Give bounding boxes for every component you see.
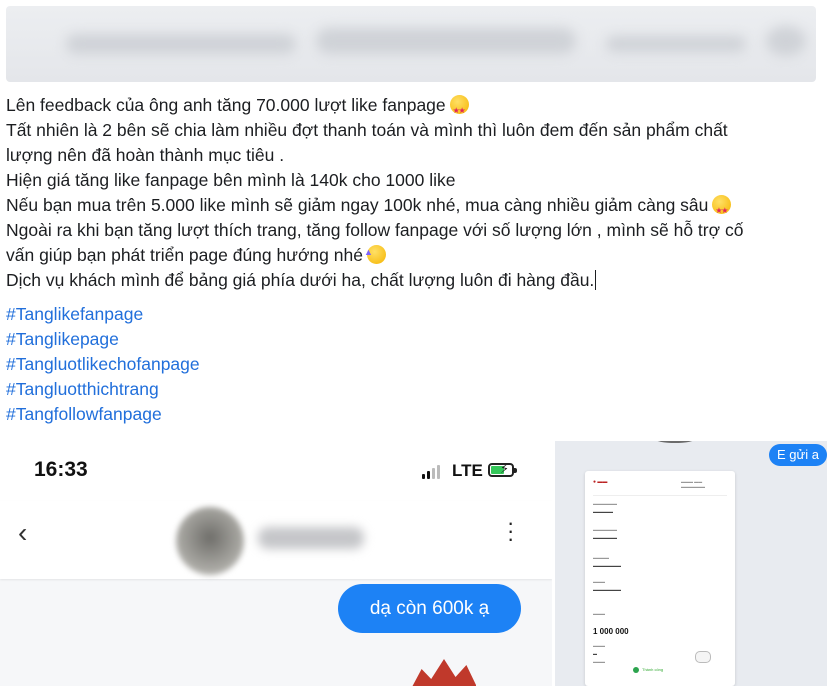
- post-line: Nếu bạn mua trên 5.000 like mình sẽ giảm…: [6, 193, 816, 223]
- chat-header: ‹ · · ·: [0, 501, 552, 579]
- hashtag-link[interactable]: #Tangluotthichtrang: [6, 377, 200, 402]
- status-time: 16:33: [34, 458, 88, 481]
- bank-logo-icon: ● ▬▬: [593, 479, 608, 485]
- hashtag-link[interactable]: #Tangfollowfanpage: [6, 402, 200, 427]
- sent-message-bubble: E gửi a: [769, 444, 827, 466]
- network-label: LTE: [452, 461, 483, 480]
- post-text: Lên feedback của ông anh tăng 70.000 lượ…: [6, 93, 816, 293]
- battery-charging-icon: ⚡: [488, 461, 517, 477]
- post-line: Ngoài ra khi bạn tăng lượt thích trang, …: [6, 220, 744, 240]
- cropped-avatar: [655, 441, 695, 443]
- post-line: Lên feedback của ông anh tăng 70.000 lượ…: [6, 93, 816, 123]
- post-line: Hiện giá tăng like fanpage bên mình là 1…: [6, 170, 456, 190]
- post-line: Tất nhiên là 2 bên sẽ chia làm nhiều đợt…: [6, 120, 728, 140]
- more-vertical-icon[interactable]: · · ·: [507, 512, 514, 550]
- post-line: vấn giúp bạn phát triển page đúng hướng …: [6, 240, 816, 268]
- transfer-receipt: ● ▬▬ ▬▬▬ ▬▬ ▬▬▬▬▬▬ ▬▬▬▬▬▬ ▬▬▬▬▬ ▬▬▬▬▬▬ ▬▬…: [585, 471, 735, 686]
- blurred-header: [6, 6, 816, 82]
- text-cursor: [595, 270, 597, 290]
- chat-screenshot-image[interactable]: 16:33 LTE ⚡ ‹ · · · dạ còn 600k ạ: [0, 441, 552, 686]
- scroll-handle: [695, 651, 711, 663]
- partying-face-emoji-icon: [364, 240, 386, 265]
- post-line: lượng nên đã hoàn thành mục tiêu .: [6, 145, 285, 165]
- hashtag-link[interactable]: #Tanglikefanpage: [6, 302, 200, 327]
- transfer-amount: 1 000 000: [593, 627, 629, 636]
- chevron-left-icon[interactable]: ‹: [18, 519, 27, 547]
- message-bubble: dạ còn 600k ạ: [338, 584, 521, 633]
- success-status: Thành công: [633, 667, 663, 673]
- hashtag-link[interactable]: #Tanglikepage: [6, 327, 200, 352]
- post-line: Dịch vụ khách mình để bảng giá phía dưới…: [6, 270, 597, 290]
- sticker-image: [412, 659, 476, 686]
- receipt-code: ▬▬▬ ▬▬ ▬▬▬▬▬▬: [681, 479, 705, 489]
- hashtag-link[interactable]: #Tangluotlikechofanpage: [6, 352, 200, 377]
- avatar: [176, 507, 244, 575]
- star-struck-emoji-icon: [712, 195, 732, 223]
- receipt-screenshot-image[interactable]: E gửi a ● ▬▬ ▬▬▬ ▬▬ ▬▬▬▬▬▬ ▬▬▬▬▬▬ ▬▬▬▬▬ ▬…: [555, 441, 827, 686]
- phone-status-bar: 16:33 LTE ⚡: [0, 441, 552, 501]
- star-struck-emoji-icon: [449, 95, 469, 123]
- hashtag-list: #Tanglikefanpage #Tanglikepage #Tangluot…: [6, 302, 200, 427]
- contact-name-blurred: [258, 527, 364, 549]
